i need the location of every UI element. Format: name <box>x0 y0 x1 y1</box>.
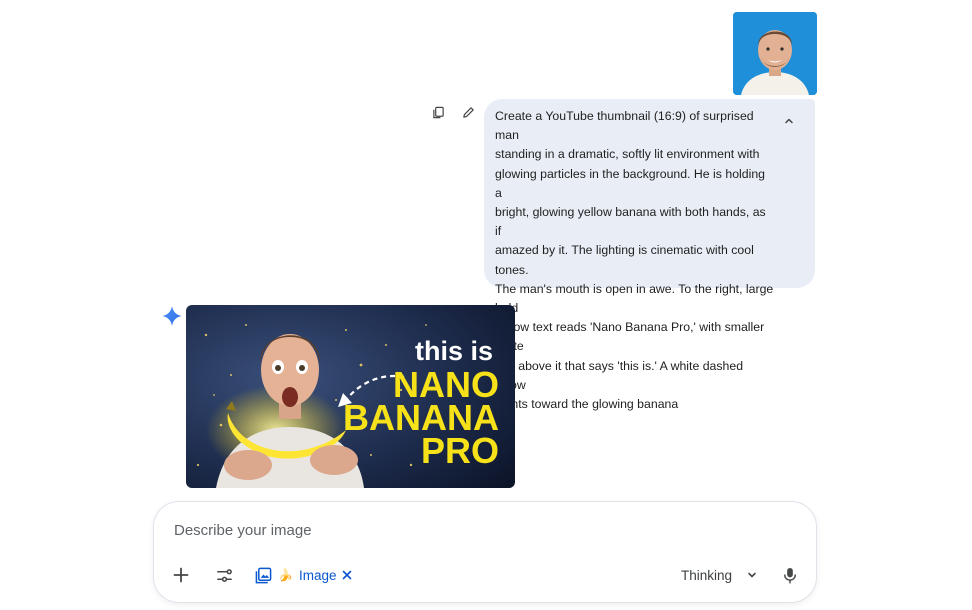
model-mode-label: Thinking <box>681 567 733 583</box>
image-gallery-icon <box>255 567 272 583</box>
prompt-input[interactable]: Describe your image <box>174 522 774 544</box>
chevron-down-icon <box>748 572 756 578</box>
image-chip-label: Image <box>298 567 337 583</box>
microphone-button[interactable] <box>779 564 801 586</box>
edit-prompt-button[interactable] <box>459 103 477 121</box>
banana-emoji: 🍌 <box>278 568 293 582</box>
thumbnail-line-pro: PRO <box>421 430 499 471</box>
tools-button[interactable] <box>213 564 235 586</box>
portrait-illustration <box>733 12 817 95</box>
user-prompt-bubble: Create a YouTube thumbnail (16:9) of sur… <box>484 99 815 411</box>
chevron-up-icon <box>785 118 793 124</box>
image-tool-chip[interactable]: 🍌 Image <box>255 563 336 587</box>
generated-thumbnail-image[interactable]: this is NANO BANANA PRO <box>186 305 515 488</box>
user-prompt-text: Create a YouTube thumbnail (16:9) of sur… <box>495 109 774 412</box>
model-mode-selector[interactable]: Thinking <box>681 563 758 587</box>
uploaded-reference-photo[interactable] <box>733 12 817 95</box>
thumbnail-illustration: this is NANO BANANA PRO <box>186 305 515 488</box>
gemini-sparkle-icon <box>162 306 182 326</box>
add-attachment-button[interactable] <box>170 564 192 586</box>
plus-icon <box>173 567 189 583</box>
copy-prompt-button[interactable] <box>429 103 447 121</box>
copy-icon <box>432 106 444 118</box>
remove-image-chip-button[interactable] <box>337 565 357 585</box>
pencil-icon <box>462 106 474 118</box>
close-icon <box>342 570 352 580</box>
thumbnail-small-text: this is <box>415 336 493 366</box>
microphone-icon <box>784 567 796 584</box>
tune-icon <box>216 568 232 582</box>
collapse-prompt-button[interactable] <box>781 113 797 129</box>
prompt-composer: Describe your image 🍌 Image Thinking <box>153 501 817 603</box>
